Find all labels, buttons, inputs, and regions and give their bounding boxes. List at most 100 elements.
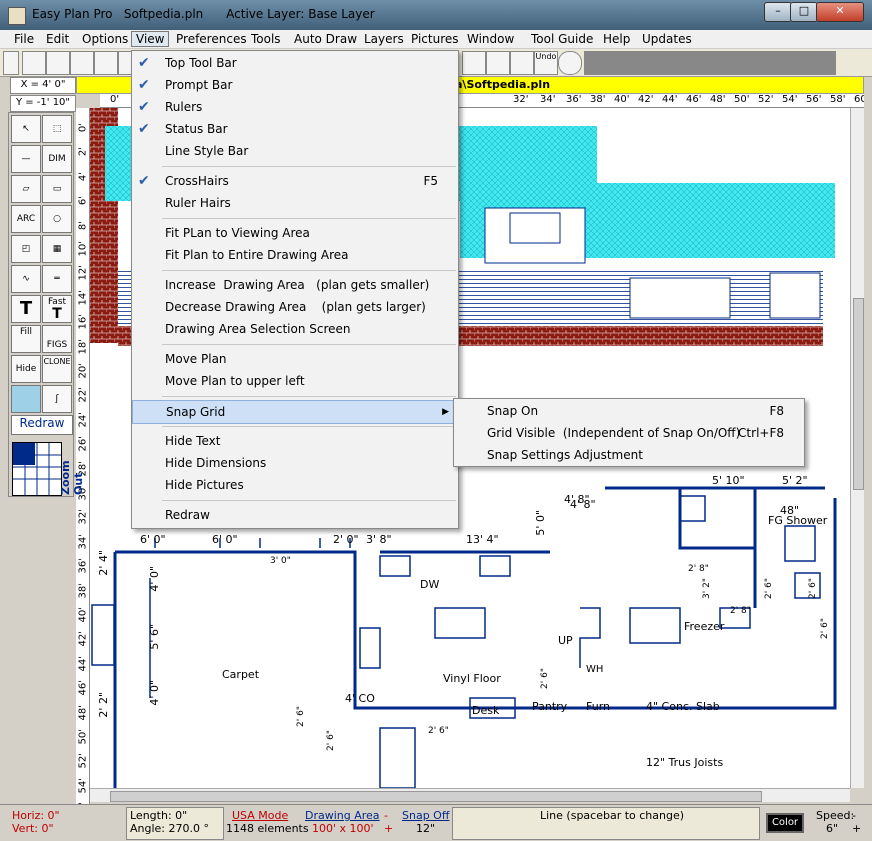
zoom-grid-icon[interactable] <box>12 442 62 496</box>
horizontal-scrollbar[interactable] <box>90 788 850 802</box>
redraw-button[interactable]: Redraw <box>11 415 73 435</box>
menu-item-top-tool-bar[interactable]: ✔ Top Tool Bar <box>132 52 458 74</box>
polygon-tool-icon[interactable]: ▱ <box>11 175 41 203</box>
angle-readout: Angle: 270.0 ° <box>130 822 209 835</box>
vertical-scrollbar[interactable] <box>850 108 864 788</box>
menu-preferences[interactable]: Preferences <box>172 32 251 46</box>
picture-tool-icon[interactable] <box>11 385 41 413</box>
menu-layers[interactable]: Layers <box>360 32 408 46</box>
submenu-item-grid-visible[interactable]: Grid Visible (Independent of Snap On/Off… <box>454 422 804 444</box>
view-dropdown-menu: ✔ Top Tool Bar ✔ Prompt Bar ✔ Rulers ✔ Statu… <box>131 50 460 529</box>
menu-item-fit-plan-entire[interactable]: Fit Plan to Entire Drawing Area <box>132 244 458 266</box>
submenu-item-snap-on[interactable]: Snap On F8 <box>454 400 804 422</box>
close-button[interactable]: ✕ <box>816 2 864 22</box>
open-folder-icon[interactable] <box>46 51 70 75</box>
arc-tool[interactable]: ARC <box>11 205 41 233</box>
menu-item-prompt-bar[interactable]: ✔ Prompt Bar <box>132 74 458 96</box>
menu-item-decrease-area[interactable]: Decrease Drawing Area (plan gets larger) <box>132 296 458 318</box>
window-title: Easy Plan Pro Softpedia.pln Active Layer… <box>32 7 375 21</box>
clone-tool[interactable]: CLONE <box>42 355 72 383</box>
menu-item-move-plan-upper-left[interactable]: Move Plan to upper left <box>132 370 458 392</box>
ruler-tick: 44' <box>77 655 89 672</box>
menu-item-line-style-bar[interactable]: Line Style Bar <box>132 140 458 162</box>
figs-tool[interactable]: FIGS <box>42 325 72 353</box>
menu-item-rulers[interactable]: ✔ Rulers <box>132 96 458 118</box>
speed-decrease-button[interactable]: - <box>852 809 856 822</box>
cut-icon[interactable] <box>94 51 118 75</box>
ruler-tick: 40' <box>614 94 630 105</box>
save-icon[interactable] <box>70 51 94 75</box>
menu-view[interactable]: View <box>131 31 170 47</box>
zoom-out-label[interactable]: Zoom Out <box>59 435 85 495</box>
length-readout: Length: 0" <box>130 809 188 822</box>
menu-item-move-plan[interactable]: Move Plan <box>132 348 458 370</box>
hide-tool[interactable]: Hide <box>11 355 41 383</box>
minimize-button[interactable]: – <box>764 2 792 22</box>
menu-pictures[interactable]: Pictures <box>407 32 463 46</box>
wall-tool-icon[interactable]: ◰ <box>11 235 41 263</box>
maximize-button[interactable]: □ <box>790 2 818 22</box>
dim-label: 2' 0" <box>333 533 359 546</box>
window-tool-icon[interactable]: ▦ <box>42 235 72 263</box>
menu-item-fit-plan-viewing[interactable]: Fit PLan to Viewing Area <box>132 222 458 244</box>
title-bar: Easy Plan Pro Softpedia.pln Active Layer… <box>0 0 872 30</box>
menu-tool-guide[interactable]: Tool Guide <box>527 32 597 46</box>
tool-icon-3[interactable] <box>510 51 534 75</box>
new-file-icon[interactable] <box>22 51 46 75</box>
menu-help[interactable]: Help <box>599 32 634 46</box>
ruler-tick: 40' <box>77 607 89 623</box>
menu-item-area-selection[interactable]: Drawing Area Selection Screen <box>132 318 458 340</box>
tool-icon-2[interactable] <box>486 51 510 75</box>
line-tool-icon[interactable]: — <box>11 145 41 173</box>
menu-item-label: Move Plan to upper left <box>165 374 305 388</box>
text-tool-icon[interactable]: T <box>11 295 41 323</box>
menu-item-status-bar[interactable]: ✔ Status Bar <box>132 118 458 140</box>
scroll-left-icon[interactable] <box>3 51 19 75</box>
menu-edit[interactable]: Edit <box>42 32 73 46</box>
tool-icon-1[interactable] <box>462 51 486 75</box>
menu-item-crosshairs[interactable]: ✔ CrossHairs F5 <box>132 170 458 192</box>
menu-item-snap-grid[interactable]: Snap Grid ▶ <box>132 400 460 424</box>
menu-item-label: Hide Pictures <box>165 478 244 492</box>
speed-increase-button[interactable]: + <box>852 822 861 835</box>
horizontal-scroll-thumb[interactable] <box>110 791 762 802</box>
curve-tool-icon[interactable]: ∿ <box>11 265 41 293</box>
usa-mode-button[interactable]: USA Mode <box>232 809 288 822</box>
spline-tool-icon[interactable]: ʃ <box>42 385 72 413</box>
room-label: Desk <box>472 704 500 717</box>
menu-updates[interactable]: Updates <box>638 32 696 46</box>
area-decrease-button[interactable]: - <box>384 809 388 822</box>
ruler-tick: 54' <box>77 777 89 794</box>
menu-item-increase-area[interactable]: Increase Drawing Area (plan gets smaller… <box>132 274 458 296</box>
submenu-item-snap-settings[interactable]: Snap Settings Adjustment <box>454 444 804 466</box>
double-line-tool-icon[interactable]: ═ <box>42 265 72 293</box>
menu-item-hide-dimensions[interactable]: Hide Dimensions <box>132 452 458 474</box>
menu-tools[interactable]: Tools <box>247 32 285 46</box>
menu-item-ruler-hairs[interactable]: Ruler Hairs <box>132 192 458 214</box>
color-button[interactable]: Color <box>766 813 804 833</box>
select-box-icon[interactable]: ⬚ <box>42 115 72 143</box>
menu-options[interactable]: Options <box>78 32 132 46</box>
snap-off-button[interactable]: Snap Off <box>402 809 449 822</box>
menu-item-redraw[interactable]: Redraw <box>132 504 458 526</box>
fast-text-tool[interactable]: Fast T <box>42 295 72 323</box>
menu-file[interactable]: File <box>10 32 38 46</box>
stair-label: UP <box>558 634 573 647</box>
menu-item-hide-pictures[interactable]: Hide Pictures <box>132 474 458 496</box>
undo-button[interactable]: Undo <box>534 51 558 75</box>
menu-window[interactable]: Window <box>463 32 518 46</box>
fill-tool[interactable]: Fill <box>11 325 41 353</box>
area-increase-button[interactable]: + <box>384 822 393 835</box>
vertical-scroll-thumb[interactable] <box>853 298 864 490</box>
no-entry-icon[interactable] <box>558 51 582 75</box>
dimension-tool[interactable]: DIM <box>42 145 72 173</box>
menu-item-hide-text[interactable]: Hide Text <box>132 430 458 452</box>
ruler-tick: 50' <box>734 94 750 105</box>
circle-tool-icon[interactable]: ○ <box>42 205 72 233</box>
menu-auto-draw[interactable]: Auto Draw <box>290 32 361 46</box>
rectangle-tool-icon[interactable]: ▭ <box>42 175 72 203</box>
select-arrow-icon[interactable]: ↖ <box>11 115 41 143</box>
drawing-area-button[interactable]: Drawing Area <box>305 809 380 822</box>
menu-item-label: Snap On <box>487 404 539 418</box>
snap-value: 12" <box>416 822 436 835</box>
